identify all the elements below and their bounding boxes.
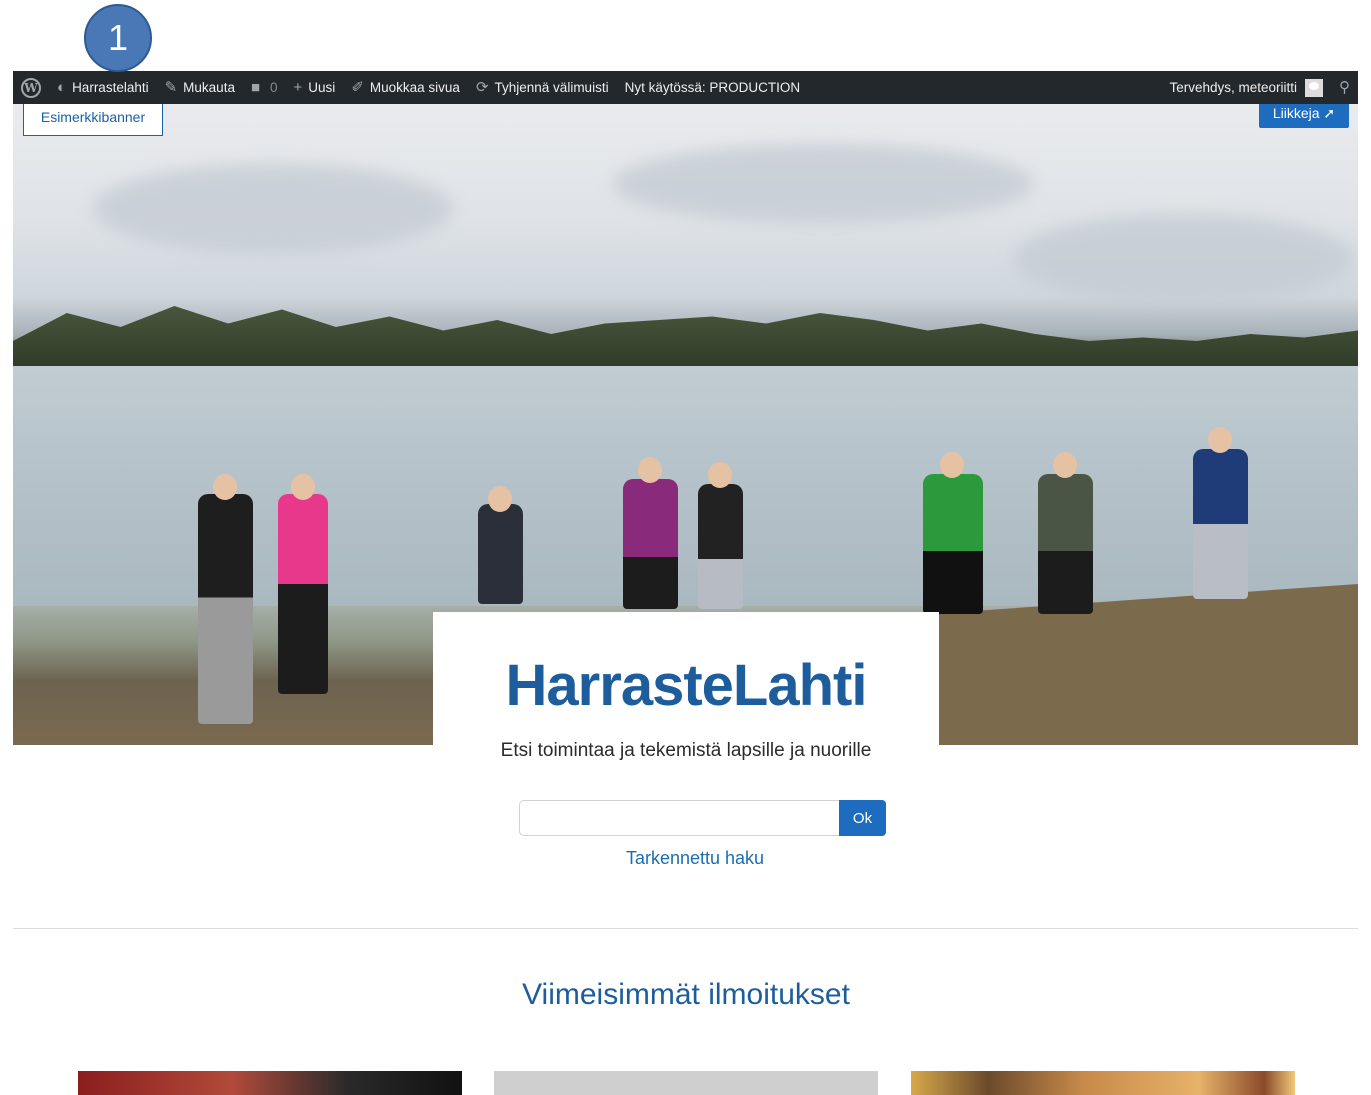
refresh-icon: ⟳ bbox=[475, 79, 489, 96]
customize-label: Mukauta bbox=[183, 80, 235, 95]
admin-bar: W ◐ Harrastelahti ✎ Mukauta ■ 0 + Uusi ✐… bbox=[13, 71, 1358, 104]
cloud bbox=[613, 144, 1033, 224]
treeline bbox=[13, 306, 1358, 369]
wordpress-icon: W bbox=[21, 77, 41, 98]
latest-listings-heading: Viimeisimmät ilmoitukset bbox=[522, 978, 850, 1011]
new-label: Uusi bbox=[308, 80, 336, 95]
advanced-search-link[interactable]: Tarkennettu haku bbox=[600, 848, 790, 869]
plus-icon: + bbox=[293, 79, 303, 96]
account-menu[interactable]: Tervehdys, meteoriitti bbox=[1161, 71, 1331, 104]
search-submit-button[interactable]: Ok bbox=[839, 800, 886, 836]
child-figure bbox=[1038, 452, 1093, 614]
site-name-label: Harrastelahti bbox=[72, 80, 149, 95]
search-input[interactable] bbox=[519, 800, 840, 836]
environment-label: Nyt käytössä: PRODUCTION bbox=[624, 80, 801, 95]
clear-cache-menu[interactable]: ⟳ Tyhjennä välimuisti bbox=[468, 71, 617, 104]
child-figure bbox=[623, 457, 678, 609]
customize-menu[interactable]: ✎ Mukauta bbox=[157, 71, 243, 104]
listing-card-image[interactable] bbox=[911, 1071, 1295, 1095]
section-divider bbox=[13, 928, 1358, 929]
admin-search[interactable]: ⚲ bbox=[1331, 71, 1358, 104]
links-button[interactable]: Liikkeja ➚ bbox=[1259, 104, 1349, 128]
site-tagline: Etsi toimintaa ja tekemistä lapsille ja … bbox=[500, 740, 872, 761]
listing-card-image[interactable] bbox=[494, 1071, 878, 1095]
dashboard-icon: ◐ bbox=[57, 79, 67, 96]
comments-count: 0 bbox=[270, 80, 278, 95]
cloud bbox=[93, 164, 453, 254]
brush-icon: ✎ bbox=[164, 79, 178, 96]
cloud bbox=[1013, 214, 1353, 304]
child-figure bbox=[198, 474, 253, 724]
edit-page-label: Muokkaa sivua bbox=[369, 80, 460, 95]
child-figure bbox=[278, 474, 328, 694]
greeting-label: Tervehdys, meteoriitti bbox=[1169, 80, 1297, 95]
title-card: HarrasteLahti bbox=[433, 612, 939, 752]
pencil-icon: ✐ bbox=[351, 79, 364, 96]
child-figure bbox=[698, 462, 743, 609]
child-figure bbox=[923, 452, 983, 614]
search-icon: ⚲ bbox=[1339, 79, 1350, 96]
annotation-marker: 1 bbox=[84, 4, 152, 72]
new-content-menu[interactable]: + Uusi bbox=[286, 71, 344, 104]
listing-card-image[interactable] bbox=[78, 1071, 462, 1095]
wordpress-logo-menu[interactable]: W bbox=[13, 71, 49, 104]
comment-icon: ■ bbox=[250, 79, 261, 96]
site-name-menu[interactable]: ◐ Harrastelahti bbox=[49, 71, 157, 104]
example-banner-button[interactable]: Esimerkkibanner bbox=[23, 104, 163, 136]
avatar bbox=[1305, 78, 1323, 97]
child-figure bbox=[1193, 427, 1248, 599]
edit-page-menu[interactable]: ✐ Muokkaa sivua bbox=[343, 71, 468, 104]
child-figure bbox=[478, 486, 523, 604]
clear-cache-label: Tyhjennä välimuisti bbox=[494, 80, 609, 95]
environment-indicator[interactable]: Nyt käytössä: PRODUCTION bbox=[617, 71, 809, 104]
site-logo-title: HarrasteLahti bbox=[505, 653, 868, 718]
comments-menu[interactable]: ■ 0 bbox=[243, 71, 286, 104]
